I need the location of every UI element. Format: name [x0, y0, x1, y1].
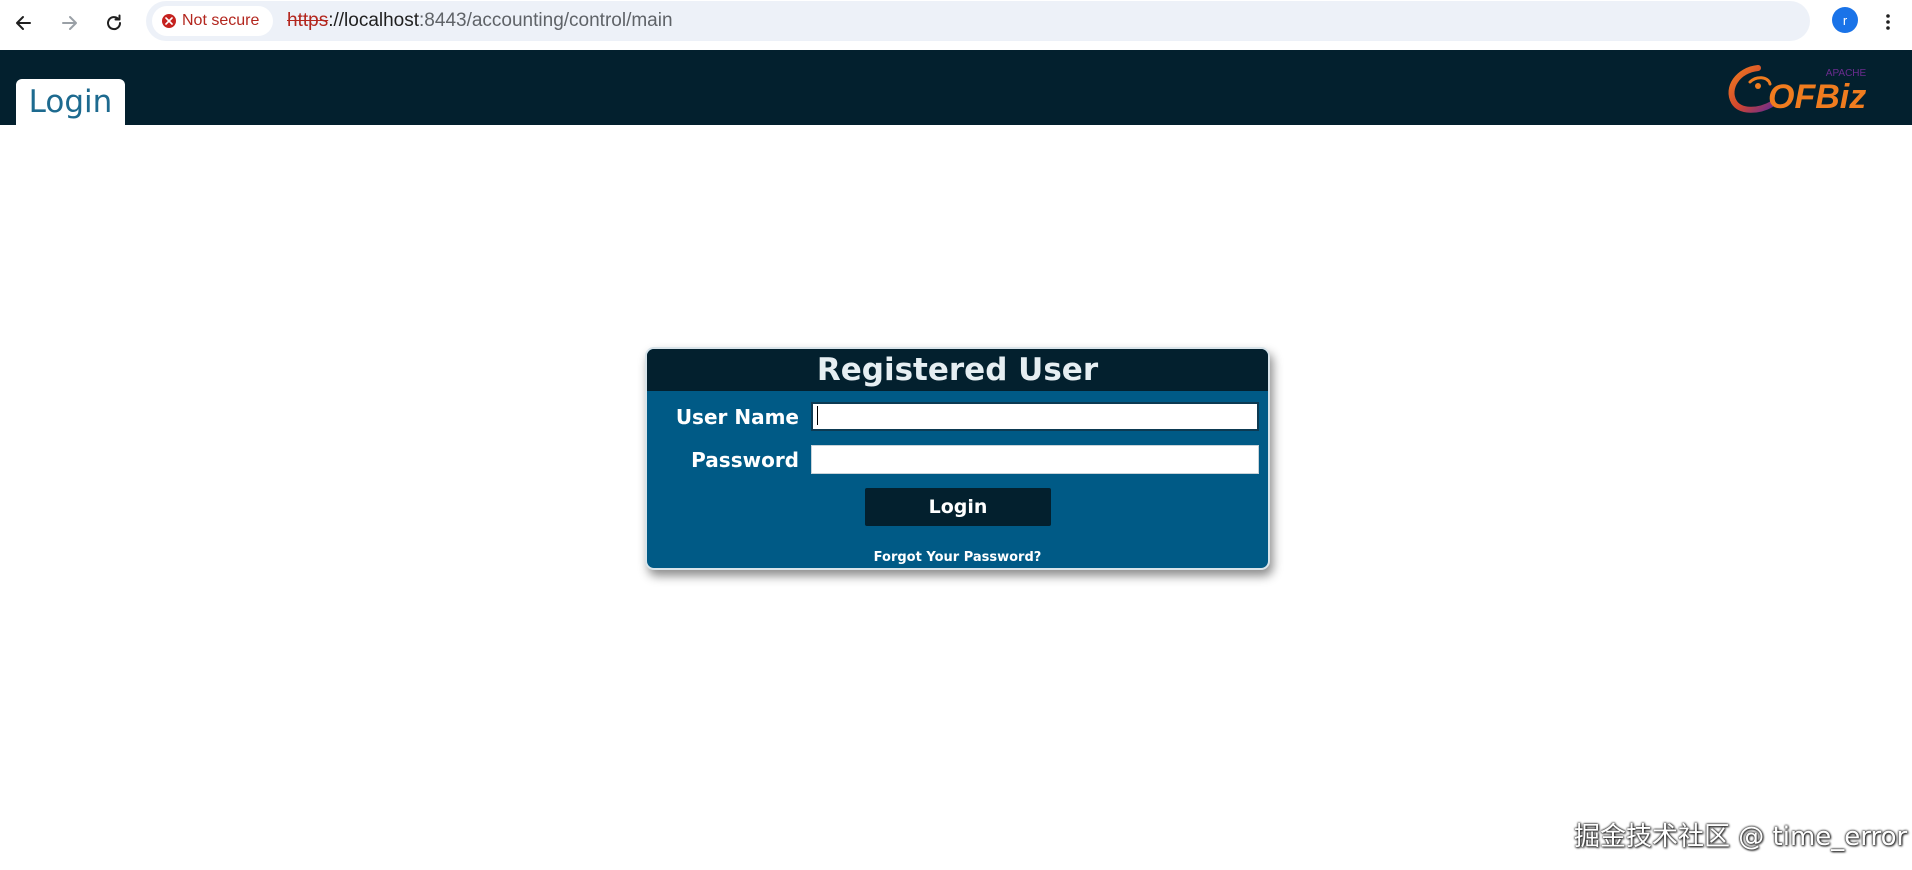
password-label: Password — [691, 448, 799, 472]
reload-icon — [107, 14, 122, 31]
ofbiz-logo-graphic: APACHE OFBiz — [1728, 65, 1867, 116]
security-indicator[interactable]: Not secure — [152, 6, 274, 36]
url-path: :8443/accounting/control/main — [419, 10, 673, 31]
url-text[interactable]: https://localhost:8443/accounting/contro… — [287, 1, 673, 41]
reload-button[interactable] — [97, 6, 131, 40]
security-label: Not secure — [182, 12, 260, 29]
forgot-password-link[interactable]: Forgot Your Password? — [647, 550, 1268, 565]
forward-button[interactable] — [52, 6, 86, 40]
url-scheme: https — [287, 10, 329, 31]
browser-toolbar: Not secure https://localhost:8443/accoun… — [0, 0, 1912, 50]
not-secure-icon — [162, 14, 176, 28]
app-header: Login APACHE OFBiz — [0, 50, 1912, 125]
browser-menu-button[interactable] — [1872, 6, 1904, 38]
form-title: Registered User — [647, 349, 1268, 391]
back-button[interactable] — [7, 6, 41, 40]
login-form: Registered User User Name Password Login… — [645, 347, 1270, 570]
password-field[interactable] — [811, 445, 1259, 474]
tab-login[interactable]: Login — [16, 79, 125, 125]
text-caret — [817, 406, 818, 425]
username-field[interactable] — [811, 402, 1259, 431]
watermark: 掘金技术社区 @ time_error — [1574, 822, 1908, 852]
logo-text: OFBiz — [1768, 78, 1866, 116]
ofbiz-logo[interactable]: APACHE OFBiz — [1728, 62, 1880, 118]
username-label: User Name — [675, 405, 799, 429]
more-vert-icon — [1886, 14, 1890, 30]
arrow-left-icon — [16, 16, 31, 30]
arrow-right-icon — [62, 16, 77, 30]
url-host: ://localhost — [328, 10, 420, 31]
address-bar[interactable]: Not secure https://localhost:8443/accoun… — [146, 1, 1810, 41]
profile-avatar[interactable]: r — [1832, 7, 1858, 33]
login-button[interactable]: Login — [865, 488, 1051, 526]
